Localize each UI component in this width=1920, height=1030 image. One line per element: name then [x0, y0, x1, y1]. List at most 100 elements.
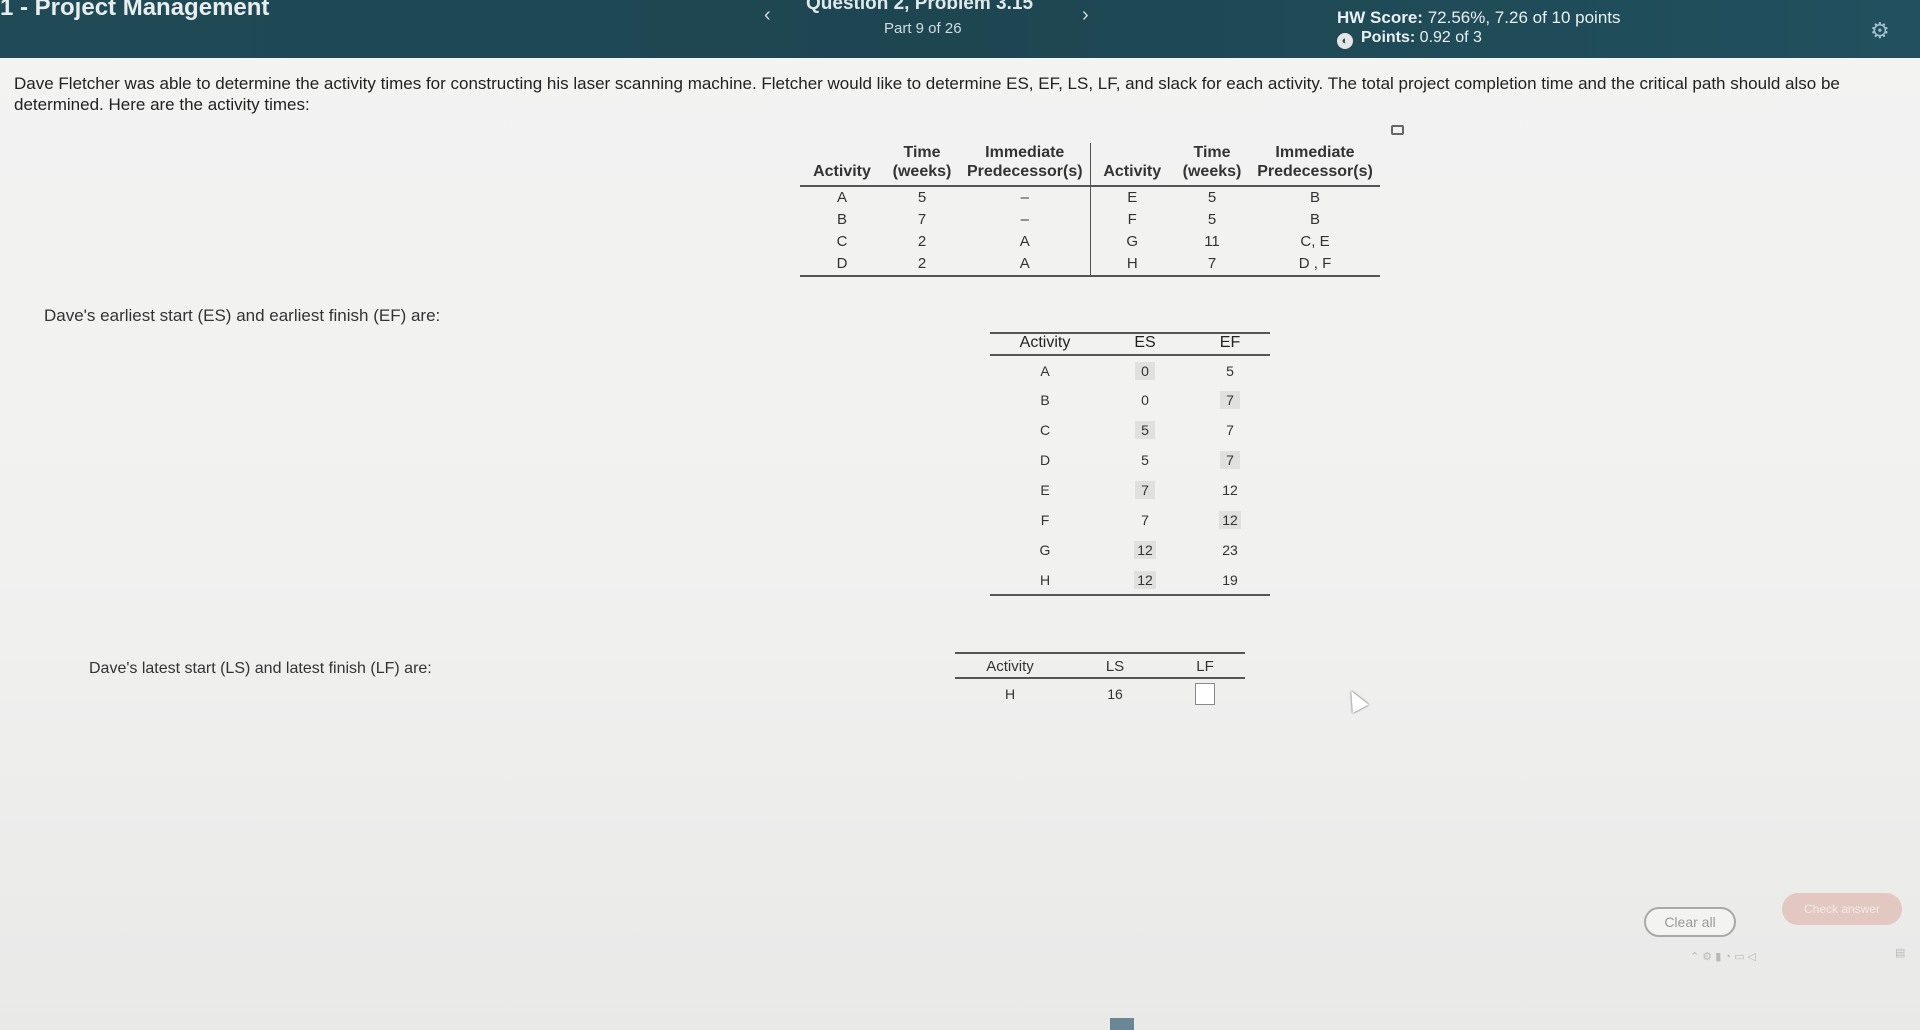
mouse-cursor-icon [1343, 686, 1369, 714]
previous-question-button[interactable]: ‹ [764, 4, 771, 27]
hw-score-value: 72.56%, 7.26 of 10 points [1427, 8, 1621, 27]
lf-answer-input[interactable] [1195, 682, 1215, 705]
es-answer[interactable]: 12 [1134, 570, 1156, 589]
es-cell[interactable]: 7 [1100, 475, 1190, 505]
es-answer[interactable]: 5 [1135, 421, 1155, 439]
es-answer[interactable]: 12 [1134, 541, 1156, 559]
es-ef-table: Activity ES EF A 0 5 B 0 7 C 5 7 D 5 7 E… [990, 332, 1270, 596]
points-label: Points: [1361, 29, 1416, 46]
ef-header: EF [1190, 332, 1270, 356]
tray-usb-icon[interactable]: ▮ [1715, 951, 1721, 963]
hw-score-label: HW Score: [1337, 8, 1423, 27]
es-value: 5 [1141, 452, 1149, 468]
tray-network-icon[interactable]: ◔ [1724, 951, 1731, 963]
predecessor-cell: D , F [1250, 253, 1380, 277]
activity-cell: C [836, 233, 848, 250]
es-cell[interactable]: 12 [1100, 535, 1190, 565]
question-title: Question 2, Problem 3.15 [806, 0, 1034, 14]
header-time-2: Time (weeks) [1174, 143, 1250, 187]
lf-header: LF [1165, 652, 1245, 679]
activity-cell: E [1040, 482, 1050, 498]
points: ◐ Points: 0.92 of 3 [1337, 29, 1482, 49]
predecessor-cell: B [1309, 211, 1320, 228]
time-cell: 11 [1204, 233, 1220, 250]
ef-cell[interactable]: 12 [1190, 505, 1270, 535]
question-text: Dave Fletcher was able to determine the … [14, 74, 1840, 114]
table-row: F 7 12 [990, 505, 1270, 535]
gear-icon[interactable]: ⚙ [1870, 18, 1890, 44]
table-row: A 0 5 [990, 355, 1270, 385]
es-cell[interactable]: 12 [1100, 565, 1190, 596]
header-predecessor-2: Immediate Predecessor(s) [1250, 143, 1380, 187]
clear-all-button[interactable]: Clear all [1644, 907, 1736, 937]
activity-cell: H [1004, 685, 1016, 702]
tray-volume-icon[interactable]: ◁ [1748, 951, 1756, 963]
time-cell: 5 [1207, 189, 1217, 206]
ef-cell: 7 [1190, 415, 1270, 445]
header-time-bottom: (weeks) [892, 163, 952, 180]
header-pred-bottom: Predecessor(s) [966, 163, 1083, 180]
table-row: H 12 19 [990, 565, 1270, 596]
tray-app-icon[interactable]: ⚙ [1702, 951, 1712, 963]
header-pred-top-2: Immediate [1275, 144, 1355, 161]
predecessor-cell: – [1020, 211, 1029, 228]
es-answer[interactable]: 7 [1135, 481, 1155, 499]
es-cell[interactable]: 5 [1100, 415, 1190, 445]
header-activity-2: Activity [1089, 143, 1174, 187]
ef-value: 19 [1222, 571, 1238, 588]
tray-display-icon[interactable]: ▭ [1734, 951, 1744, 963]
table-row: A 5 – E 5 B [800, 186, 1380, 209]
table-row: H 16 [955, 678, 1245, 708]
partial-credit-icon: ◐ [1337, 33, 1353, 49]
question-part: Part 9 of 26 [884, 20, 962, 37]
header-time-top: Time [903, 144, 941, 161]
table-row: C 2 A G 11 C, E [800, 231, 1380, 253]
es-cell: 5 [1100, 445, 1190, 475]
header-pred-top: Immediate [985, 144, 1065, 161]
tray-chevron-icon[interactable]: ⌃ [1690, 951, 1699, 963]
header-time: Time (weeks) [884, 143, 960, 187]
es-value: 0 [1141, 392, 1149, 408]
ef-cell: 23 [1190, 535, 1270, 565]
header-predecessor: Immediate Predecessor(s) [960, 143, 1090, 187]
ls-lf-header-row: Activity LS LF [955, 652, 1245, 679]
course-title: 1 - Project Management [0, 0, 270, 21]
activity-cell: G [1089, 231, 1174, 253]
es-ef-header-row: Activity ES EF [990, 332, 1270, 356]
ef-cell: 19 [1190, 565, 1270, 596]
ef-cell: 5 [1190, 355, 1270, 385]
ef-answer[interactable]: 7 [1220, 451, 1240, 469]
ef-answer[interactable]: 7 [1220, 391, 1240, 409]
ef-value: 12 [1222, 482, 1238, 498]
es-cell[interactable]: 0 [1100, 355, 1190, 385]
system-tray: ⌃ ⚙ ▮ ◔ ▭ ◁ ▤ [1690, 947, 1905, 963]
es-cell: 0 [1100, 385, 1190, 415]
time-cell: 5 [917, 189, 927, 206]
time-cell: 5 [1207, 211, 1217, 228]
lf-cell[interactable] [1165, 678, 1245, 708]
check-answer-button[interactable]: Check answer [1782, 893, 1902, 925]
time-cell: 2 [917, 233, 927, 250]
next-question-button[interactable]: › [1082, 4, 1089, 27]
es-ef-label: Dave's earliest start (ES) and earliest … [44, 306, 441, 325]
activity-cell: A [836, 189, 847, 206]
ls-lf-label: Dave's latest start (LS) and latest fini… [89, 660, 432, 677]
activity-cell: B [1040, 392, 1050, 408]
table-row: B 0 7 [990, 385, 1270, 415]
copy-table-icon[interactable] [1391, 125, 1404, 135]
ef-cell[interactable]: 7 [1190, 385, 1270, 415]
time-cell: 7 [1174, 253, 1250, 277]
activity-cell: D [800, 253, 884, 277]
ef-value: 23 [1222, 542, 1238, 558]
bottom-tab-indicator [1110, 1018, 1134, 1030]
ef-answer[interactable]: 12 [1219, 511, 1241, 529]
predecessor-cell: B [1309, 189, 1320, 206]
es-answer[interactable]: 0 [1135, 361, 1155, 380]
ef-value: 7 [1226, 422, 1234, 438]
activity-cell: F [1089, 209, 1174, 231]
ef-cell[interactable]: 7 [1190, 445, 1270, 475]
tray-notification-icon[interactable]: ▤ [1895, 946, 1905, 959]
table-header-row: Activity Time (weeks) Immediate Predecesso… [800, 143, 1380, 187]
activity-cell: H [990, 565, 1100, 596]
table-row: E 7 12 [990, 475, 1270, 505]
